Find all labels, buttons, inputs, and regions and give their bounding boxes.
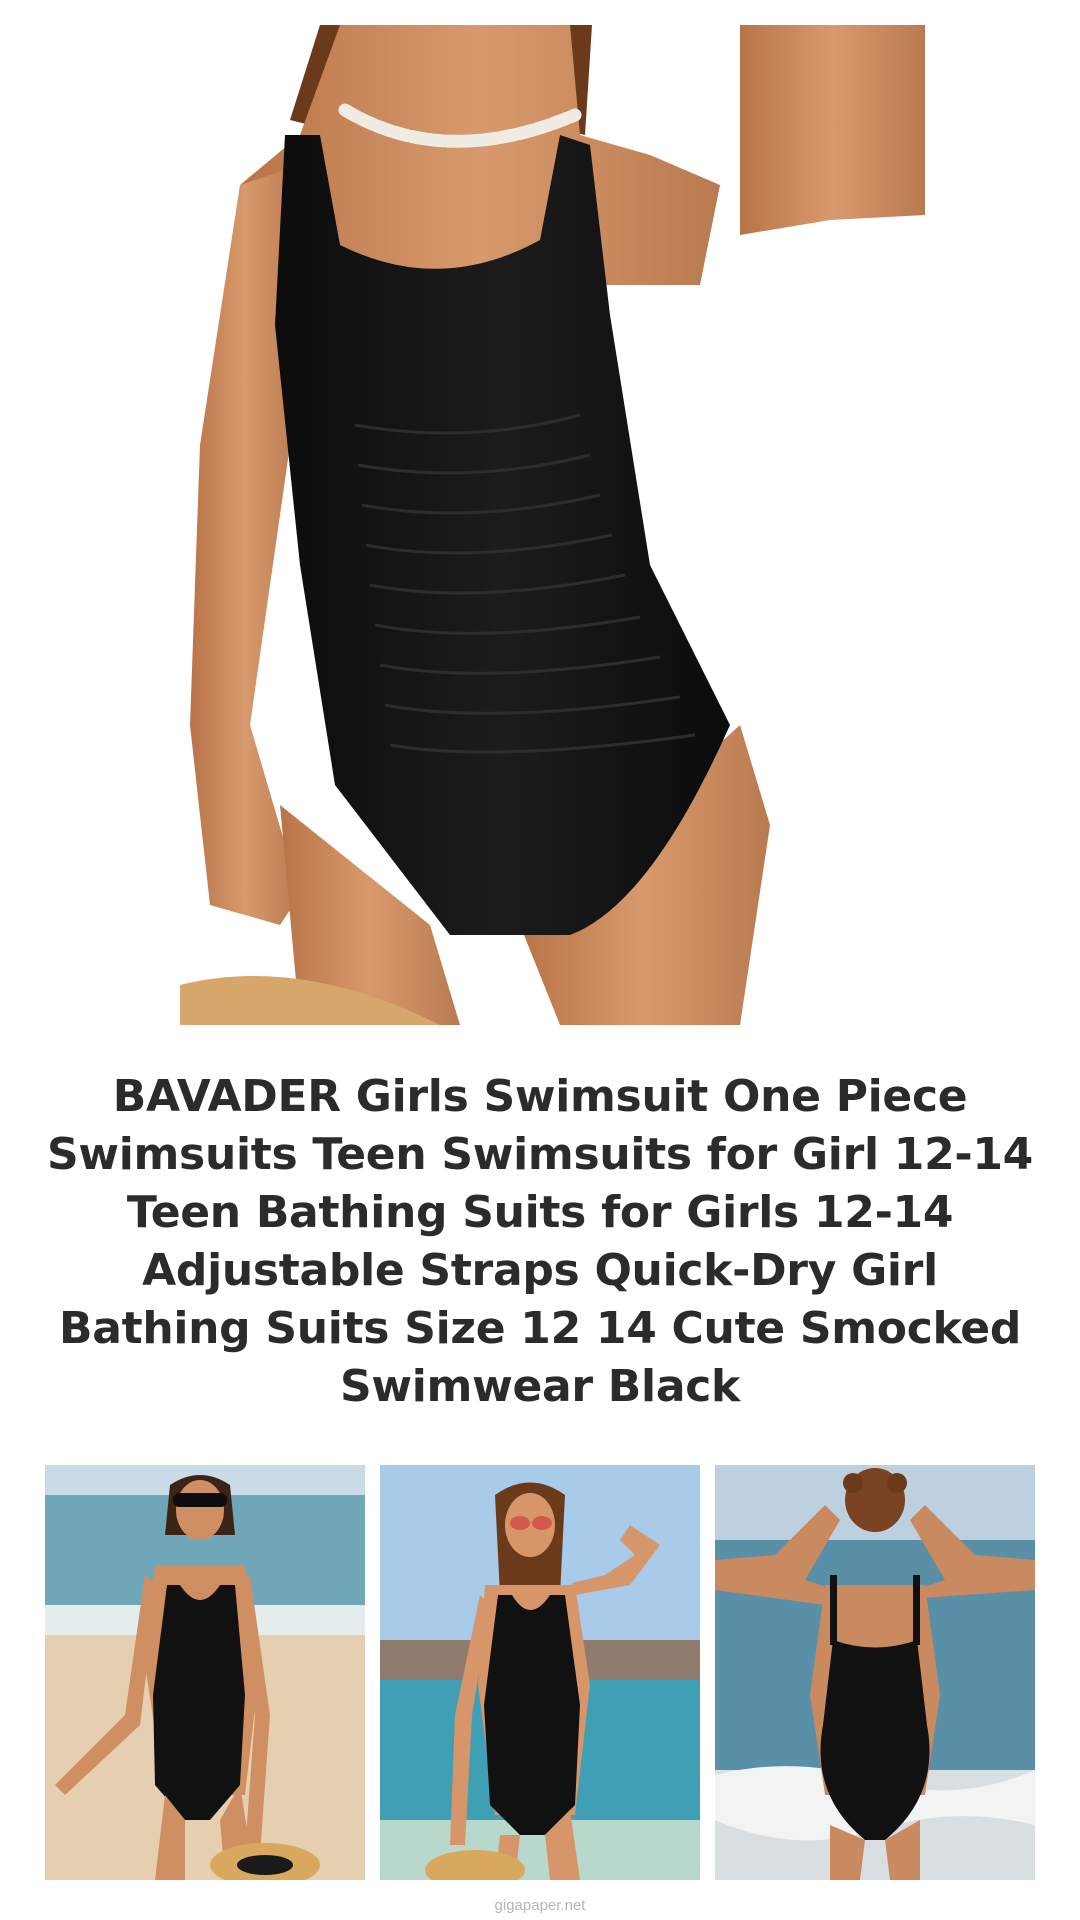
- main-product-image[interactable]: [180, 25, 925, 1025]
- gallery-thumbnail-1[interactable]: [45, 1465, 365, 1880]
- main-product-photo-illustration: [180, 25, 925, 1025]
- product-title: BAVADER Girls Swimsuit One Piece Swimsui…: [46, 1071, 1033, 1412]
- gallery-thumbnail-3[interactable]: [715, 1465, 1035, 1880]
- beach-front-sunglasses-photo: [45, 1465, 365, 1880]
- product-image-gallery: [45, 1465, 1035, 1880]
- gallery-thumbnail-2[interactable]: [380, 1465, 700, 1880]
- beach-back-photo: [715, 1465, 1035, 1880]
- beach-front-pose-photo: [380, 1465, 700, 1880]
- watermark-text: gigapaper.net: [494, 1897, 586, 1914]
